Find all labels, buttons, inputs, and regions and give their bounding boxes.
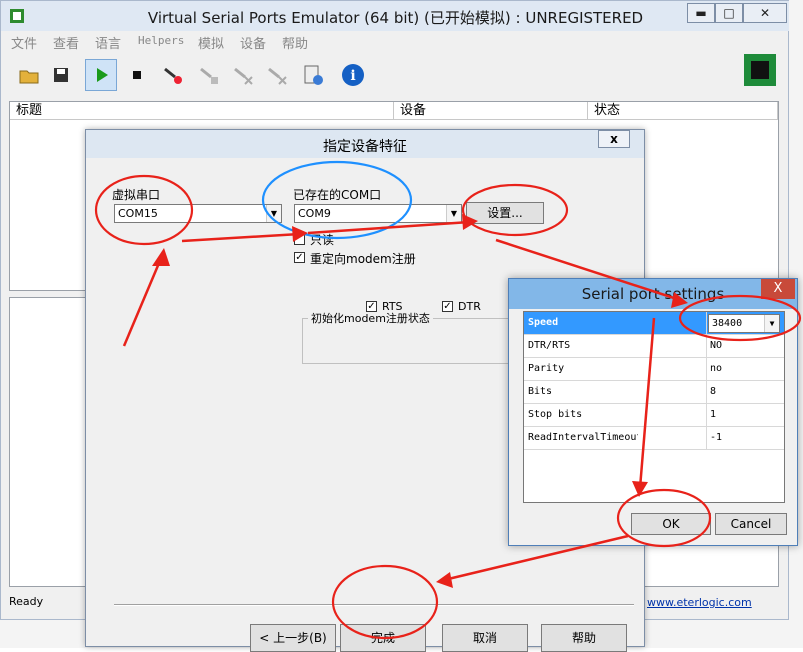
- property-row-speed[interactable]: Speed 38400 ▼: [524, 312, 784, 335]
- virtual-port-combo[interactable]: COM15 ▼: [114, 204, 282, 223]
- minimize-button[interactable]: ▬: [687, 3, 715, 23]
- property-row[interactable]: ReadIntervalTimeout -1: [524, 427, 784, 450]
- serial-title-bar: Serial port settings X: [509, 279, 797, 309]
- serial-close-button[interactable]: X: [761, 279, 795, 299]
- property-row[interactable]: DTR/RTS NO: [524, 335, 784, 358]
- property-row[interactable]: Parity no: [524, 358, 784, 381]
- property-name: DTR/RTS: [528, 340, 571, 351]
- dialog-close-button[interactable]: x: [598, 130, 630, 148]
- modem-init-group-label: 初始化modem注册状态: [308, 310, 433, 326]
- property-grid[interactable]: Speed 38400 ▼ DTR/RTS NO Parity no Bits: [523, 311, 785, 503]
- dialog-separator: [114, 604, 634, 606]
- save-icon[interactable]: [49, 63, 73, 87]
- dtr-label: DTR: [458, 300, 481, 313]
- property-divider: [706, 381, 707, 404]
- chevron-down-icon[interactable]: ▼: [764, 315, 779, 332]
- property-divider: [706, 358, 707, 381]
- log-icon[interactable]: [301, 63, 325, 87]
- serial-body: Speed 38400 ▼ DTR/RTS NO Parity no Bits: [513, 309, 795, 543]
- device-edit-icon[interactable]: [197, 63, 221, 87]
- serial-cancel-button[interactable]: Cancel: [715, 513, 787, 535]
- speed-combo[interactable]: 38400 ▼: [708, 314, 780, 333]
- property-divider: [706, 404, 707, 427]
- existing-port-label: 已存在的COM口: [293, 188, 382, 202]
- redirect-checkbox[interactable]: ✓: [294, 252, 305, 263]
- rts-label: RTS: [382, 300, 403, 313]
- menu-file[interactable]: 文件: [11, 33, 37, 52]
- stop-icon[interactable]: [125, 63, 149, 87]
- property-value: 1: [710, 409, 717, 420]
- title-bar: Virtual Serial Ports Emulator (64 bit) (…: [1, 1, 790, 31]
- existing-port-value: COM9: [298, 207, 331, 220]
- settings-button[interactable]: 设置...: [466, 202, 544, 224]
- virtual-port-value: COM15: [118, 207, 158, 220]
- menu-bar: 文件 查看 语言 Helpers 模拟 设备 帮助: [1, 31, 790, 52]
- dtr-checkbox[interactable]: ✓: [442, 301, 453, 312]
- open-folder-icon[interactable]: [17, 63, 41, 87]
- device-disconnect-icon[interactable]: [265, 63, 289, 87]
- speed-value: 38400: [712, 318, 743, 329]
- column-title[interactable]: 标题: [10, 102, 394, 120]
- menu-help[interactable]: 帮助: [282, 33, 308, 52]
- property-name: Speed: [528, 317, 559, 328]
- close-button[interactable]: ✕: [743, 3, 787, 23]
- svg-text:i: i: [350, 68, 355, 84]
- property-row[interactable]: Bits 8: [524, 381, 784, 404]
- menu-helpers[interactable]: Helpers: [138, 34, 184, 47]
- property-divider: [706, 312, 707, 335]
- dialog-title-bar: 指定设备特征 x: [86, 130, 644, 158]
- rts-checkbox[interactable]: ✓: [366, 301, 377, 312]
- toolbar: i: [1, 53, 790, 95]
- window-title: Virtual Serial Ports Emulator (64 bit) (…: [147, 9, 644, 27]
- property-name: Stop bits: [528, 409, 583, 420]
- menu-view[interactable]: 查看: [53, 33, 79, 52]
- existing-port-combo[interactable]: COM9 ▼: [294, 204, 462, 223]
- ok-button[interactable]: OK: [631, 513, 711, 535]
- device-new-icon[interactable]: [161, 63, 185, 87]
- redirect-label: 重定向modem注册: [310, 252, 416, 266]
- dialog-title: 指定设备特征: [323, 139, 407, 155]
- property-value: 8: [710, 386, 717, 397]
- play-icon: [97, 68, 108, 82]
- property-name: Parity: [528, 363, 565, 374]
- chevron-down-icon[interactable]: ▼: [446, 205, 461, 222]
- property-row[interactable]: Stop bits 1: [524, 404, 784, 427]
- menu-language[interactable]: 语言: [95, 33, 121, 52]
- menu-device[interactable]: 设备: [240, 33, 266, 52]
- chevron-down-icon[interactable]: ▼: [266, 205, 281, 222]
- property-value: NO: [710, 340, 723, 351]
- property-value: -1: [710, 432, 723, 443]
- menu-emulation[interactable]: 模拟: [198, 33, 224, 52]
- property-name: Bits: [528, 386, 553, 397]
- website-link[interactable]: www.eterlogic.com: [647, 596, 752, 609]
- property-value: no: [710, 363, 723, 374]
- status-text: Ready: [9, 595, 44, 608]
- info-icon[interactable]: i: [341, 63, 365, 87]
- virtual-port-label: 虚拟串口: [112, 188, 161, 202]
- property-divider: [706, 427, 707, 450]
- column-device[interactable]: 设备: [394, 102, 588, 120]
- property-divider: [706, 335, 707, 358]
- serial-settings-dialog: Serial port settings X Speed 38400 ▼ DTR…: [508, 278, 798, 546]
- readonly-label: 只读: [310, 233, 335, 247]
- maximize-button[interactable]: □: [715, 3, 743, 23]
- logo-icon: [744, 54, 776, 86]
- property-name: ReadIntervalTimeout: [528, 432, 638, 443]
- column-status[interactable]: 状态: [588, 102, 778, 120]
- device-delete-icon[interactable]: [231, 63, 255, 87]
- serial-title: Serial port settings: [581, 285, 725, 303]
- readonly-checkbox[interactable]: [294, 234, 305, 245]
